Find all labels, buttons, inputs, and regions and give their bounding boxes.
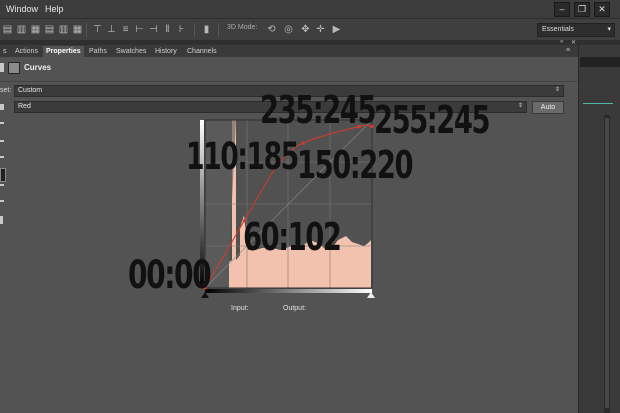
- scrollbar-thumb[interactable]: [605, 118, 609, 408]
- right-panel-header: [580, 57, 620, 67]
- input-label: Input:: [231, 305, 249, 312]
- input-gradient: [205, 289, 372, 293]
- right-panel: [578, 45, 620, 413]
- right-panel-accent-line: [583, 103, 613, 104]
- curve-label: 110:185: [186, 135, 299, 178]
- curve-label: 255:245: [374, 98, 491, 142]
- curve-label: 00:00: [128, 253, 212, 298]
- output-label: Output:: [283, 305, 306, 312]
- curve-label: 60:102: [243, 215, 342, 259]
- curve-label: 150:220: [297, 143, 414, 187]
- curves-graph: [200, 119, 375, 298]
- curve-label: 235:245: [260, 88, 377, 132]
